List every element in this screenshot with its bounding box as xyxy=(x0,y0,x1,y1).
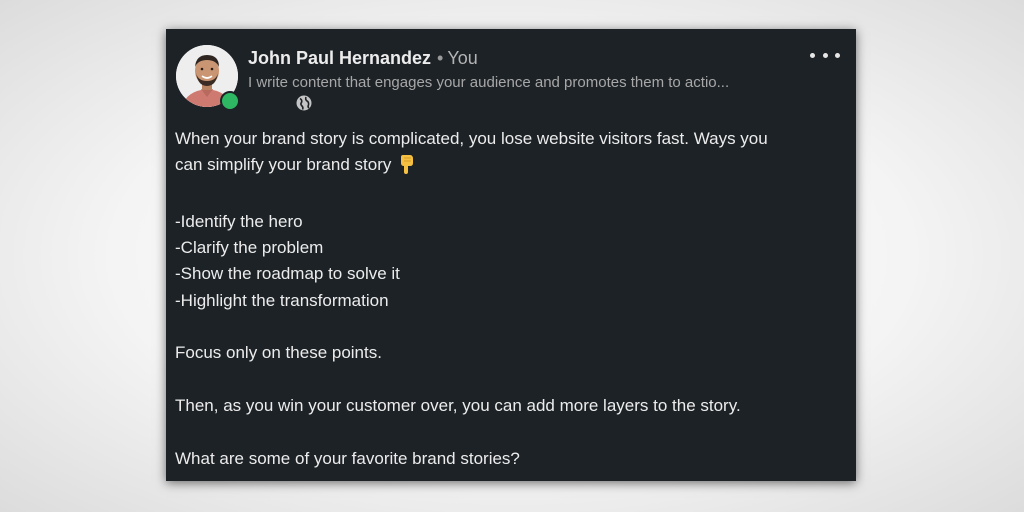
post-text-line: What are some of your favorite brand sto… xyxy=(175,448,520,468)
post-text: can simplify your brand story xyxy=(175,155,392,175)
more-options-button[interactable] xyxy=(810,43,840,67)
post-card: John Paul Hernandez • You I write content … xyxy=(166,29,856,481)
post-text-line: Then, as you win your customer over, you… xyxy=(175,395,741,415)
author-line: John Paul Hernandez • You xyxy=(248,48,478,69)
list-item: -Highlight the transformation xyxy=(175,290,389,310)
post-text-line: Focus only on these points. xyxy=(175,343,382,363)
online-status-indicator xyxy=(220,91,240,111)
list-item: -Clarify the problem xyxy=(175,238,324,258)
separator-dot: • xyxy=(437,48,444,68)
author-name[interactable]: John Paul Hernandez xyxy=(248,48,431,68)
post-body: When your brand story is complicated, yo… xyxy=(175,126,847,472)
list-item: -Show the roadmap to solve it xyxy=(175,264,400,284)
backhand-index-pointing-down-icon xyxy=(399,154,415,182)
post-text-line: When your brand story is complicated, yo… xyxy=(175,129,768,148)
post-text-line: can simplify your brand story xyxy=(175,152,847,182)
author-headline: I write content that engages your audien… xyxy=(248,74,730,91)
more-options-icon xyxy=(810,52,815,58)
globe-icon xyxy=(296,95,312,111)
list-item: -Identify the hero xyxy=(175,211,303,231)
connection-degree-you: You xyxy=(447,48,478,68)
